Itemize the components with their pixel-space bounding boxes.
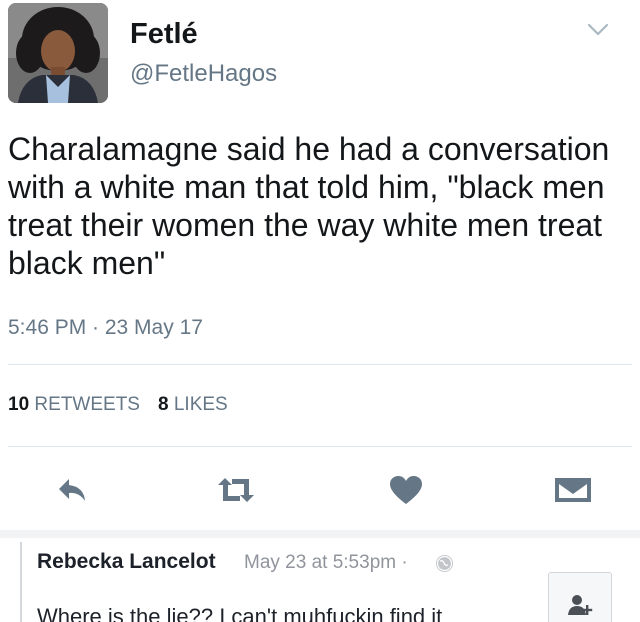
add-friend-button[interactable] — [548, 572, 612, 622]
likes-stat[interactable]: 8 LIKES — [158, 394, 228, 415]
reply-button[interactable] — [50, 470, 94, 510]
reply-icon — [59, 479, 85, 501]
like-button[interactable] — [384, 470, 428, 510]
comment-author[interactable]: Rebecka Lancelot — [37, 550, 216, 574]
tweet-stats: 10 RETWEETS 8 LIKES — [8, 394, 228, 416]
section-separator — [0, 530, 640, 538]
avatar[interactable] — [8, 3, 108, 103]
facebook-comment: Rebecka Lancelot May 23 at 5:53pm · Wher… — [0, 538, 640, 622]
tweet-timestamp[interactable]: 5:46 PM · 23 May 17 — [8, 316, 203, 340]
avatar-image — [8, 3, 108, 103]
display-name[interactable]: Fetlé — [130, 18, 198, 51]
retweet-label: RETWEETS — [34, 394, 140, 415]
divider — [8, 364, 632, 365]
like-count: 8 — [157, 394, 169, 415]
envelope-icon — [555, 478, 591, 502]
retweet-icon — [218, 478, 254, 502]
retweet-count: 10 — [8, 394, 30, 415]
like-label: LIKES — [173, 394, 228, 415]
user-handle[interactable]: @FetleHagos — [130, 60, 277, 88]
heart-icon — [390, 476, 422, 504]
retweets-stat[interactable]: 10 RETWEETS — [8, 394, 140, 415]
divider — [8, 446, 632, 447]
tweet-card: Fetlé @FetleHagos Charalamagne said he h… — [0, 0, 640, 530]
chevron-down-icon[interactable] — [586, 20, 610, 40]
comment-text: Where is the lie?? I can't muhfuckin fin… — [37, 604, 443, 622]
tweet-text: Charalamagne said he had a conversation … — [8, 131, 610, 281]
comment-thread-line — [20, 542, 22, 622]
direct-message-button[interactable] — [551, 470, 595, 510]
globe-icon — [436, 555, 453, 572]
comment-timestamp[interactable]: May 23 at 5:53pm · — [244, 552, 408, 574]
retweet-button[interactable] — [214, 470, 258, 510]
add-friend-icon — [568, 595, 593, 615]
